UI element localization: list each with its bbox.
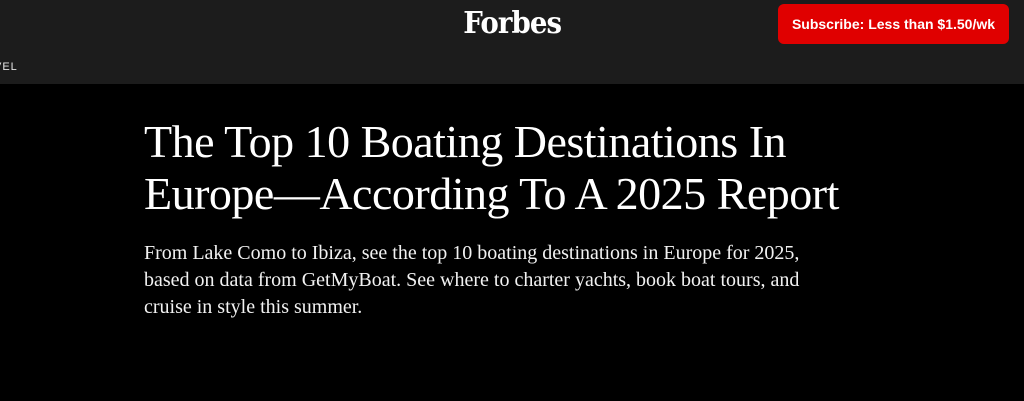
subscribe-button[interactable]: Subscribe: Less than $1.50/wk <box>778 4 1009 44</box>
section-nav-label[interactable]: VEL <box>0 61 18 73</box>
site-header: Forbes Subscribe: Less than $1.50/wk VEL <box>0 0 1024 84</box>
logo-text: Forbes <box>463 6 562 41</box>
article-headline: The Top 10 Boating Destinations In Europ… <box>144 116 839 219</box>
article-dek: From Lake Como to Ibiza, see the top 10 … <box>144 242 800 318</box>
article-header: The Top 10 Boating Destinations In Europ… <box>144 116 864 321</box>
